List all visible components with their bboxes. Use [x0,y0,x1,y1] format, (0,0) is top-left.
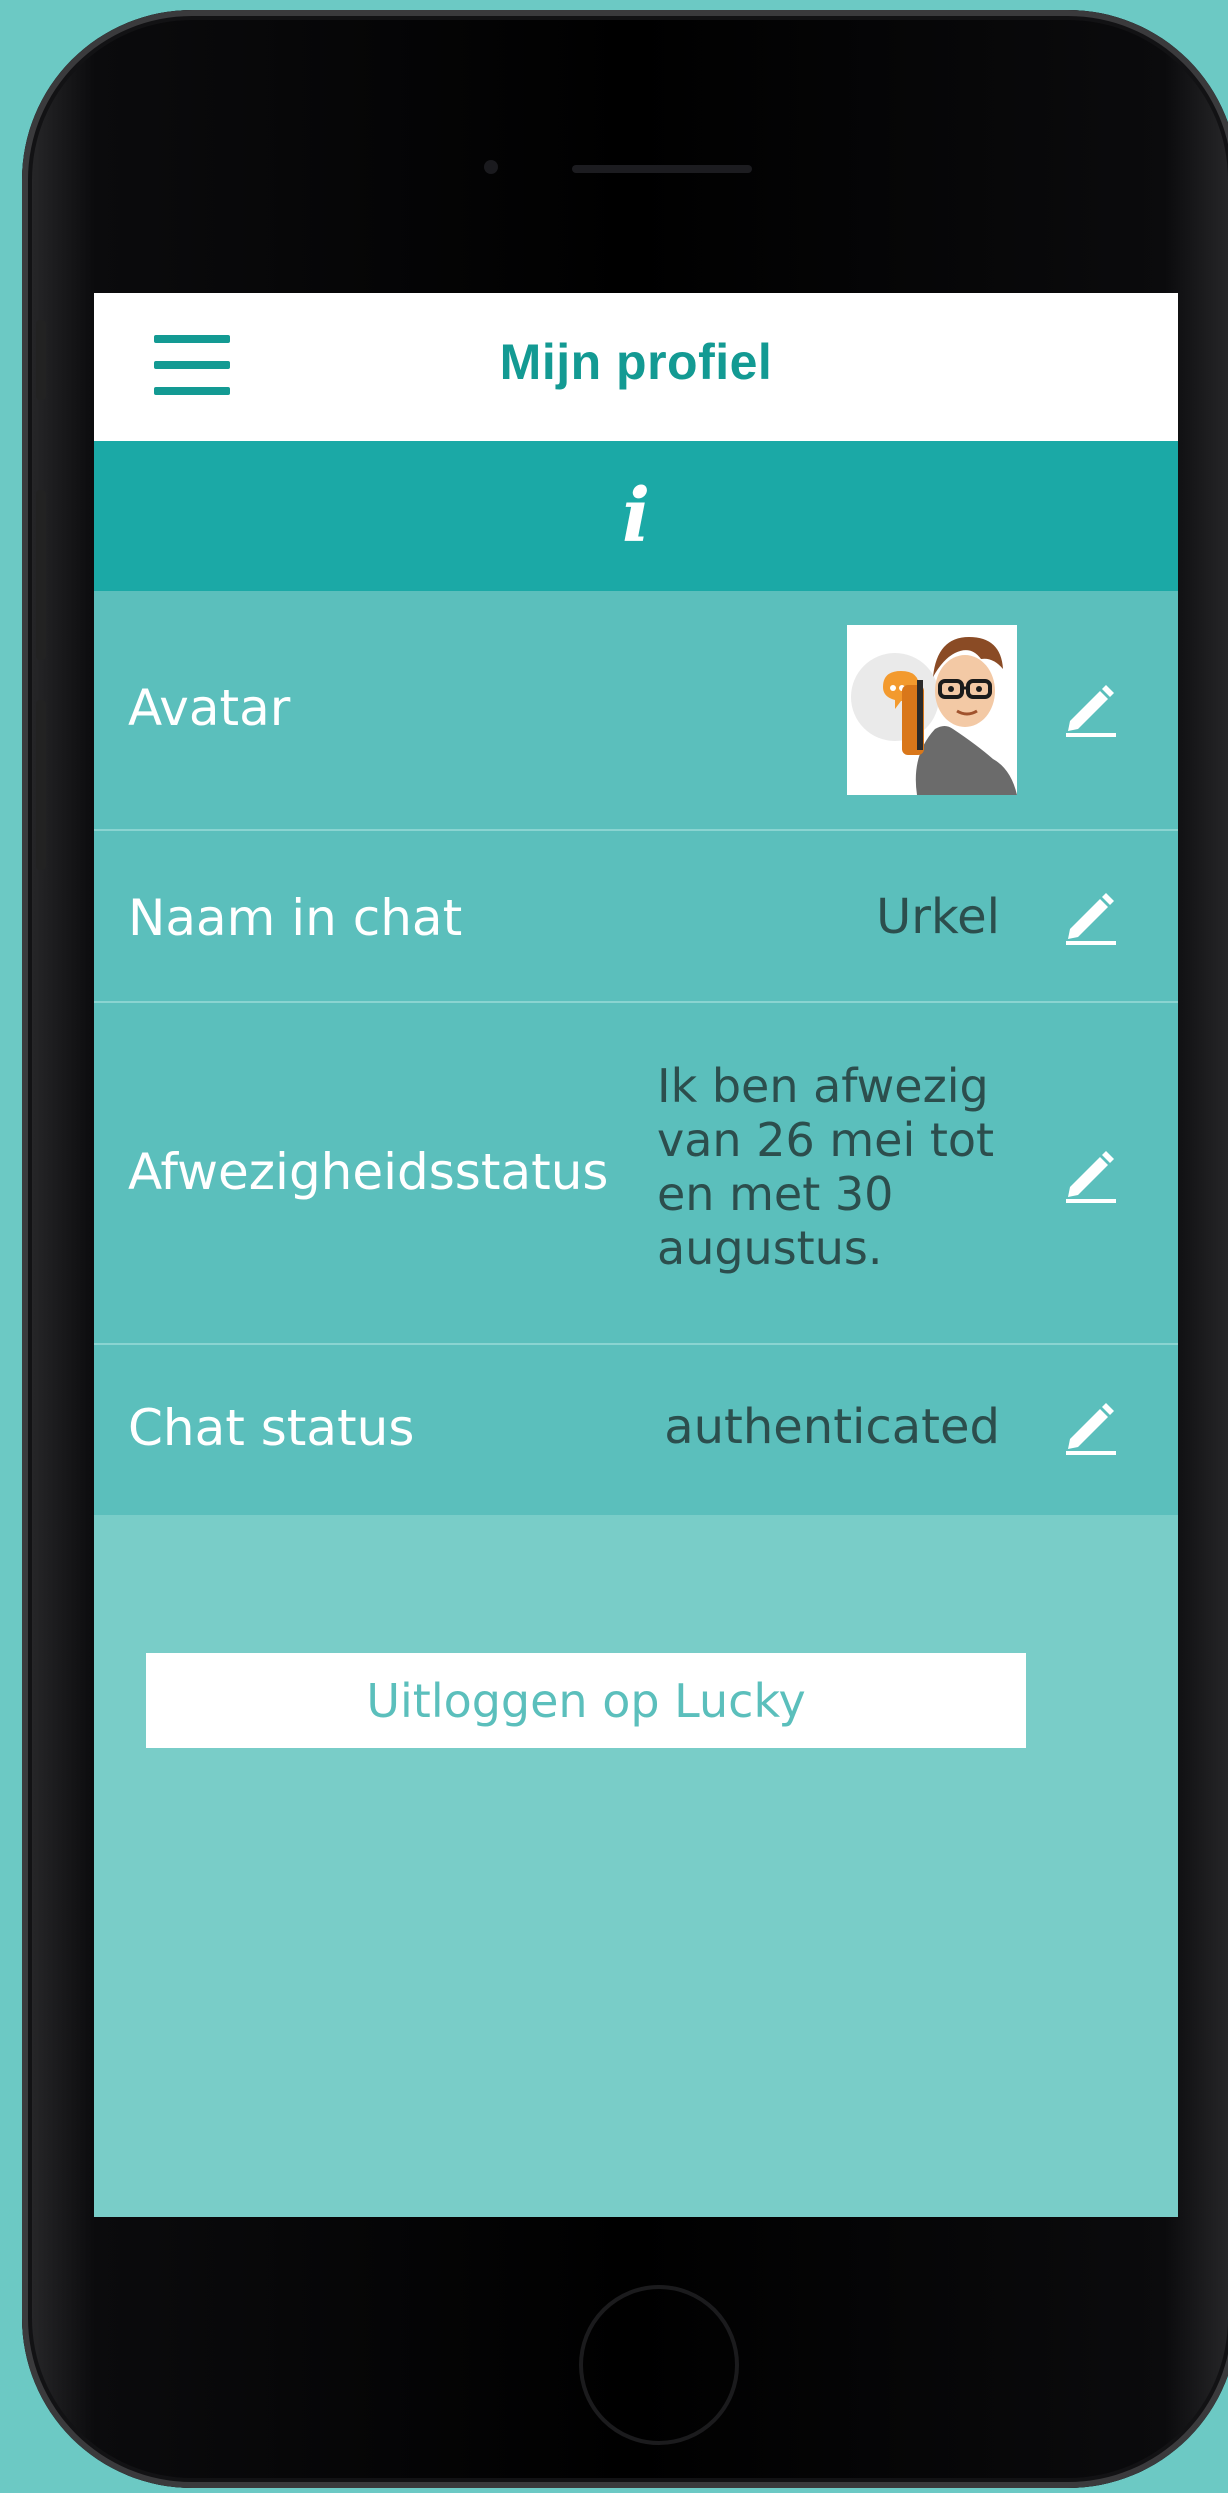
row-label: Chat status [128,1399,415,1457]
chat-status-value: authenticated [664,1399,1000,1455]
info-icon[interactable]: i [622,473,650,559]
row-label: Naam in chat [128,889,463,947]
pencil-icon[interactable] [1060,677,1120,737]
profile-row-name: Naam in chat Urkel [94,831,1178,1003]
profile-row-absence: Afwezigheidsstatus Ik ben afwezig van 26… [94,1003,1178,1345]
profile-row-chat-status: Chat status authenticated [94,1345,1178,1515]
earpiece-speaker [572,165,752,173]
pencil-icon[interactable] [1060,885,1120,945]
info-bar: i [94,441,1178,591]
absence-status-value: Ik ben afwezig van 26 mei tot en met 30 … [657,1059,995,1275]
mute-switch [36,320,46,400]
profile-list: Avatar Naam in chat Urkel Afwezigheidsst… [94,591,1178,1515]
avatar [847,625,1017,795]
volume-up-button [36,490,46,660]
volume-down-button [36,700,46,870]
page-title: Mijn profiel [499,334,773,390]
pencil-icon[interactable] [1060,1143,1120,1203]
row-label: Avatar [128,679,291,737]
pencil-icon[interactable] [1060,1395,1120,1455]
row-label: Afwezigheidsstatus [128,1143,609,1201]
app-screen: Mijn profiel i Avatar Naam in chat Urkel… [94,293,1178,2217]
chat-name-value: Urkel [876,889,1000,945]
top-navbar: Mijn profiel [94,293,1178,441]
home-button[interactable] [579,2285,739,2445]
logout-section: Uitloggen op Lucky [94,1515,1178,1748]
profile-row-avatar: Avatar [94,591,1178,831]
logout-button[interactable]: Uitloggen op Lucky [146,1653,1026,1748]
front-camera [484,160,498,174]
